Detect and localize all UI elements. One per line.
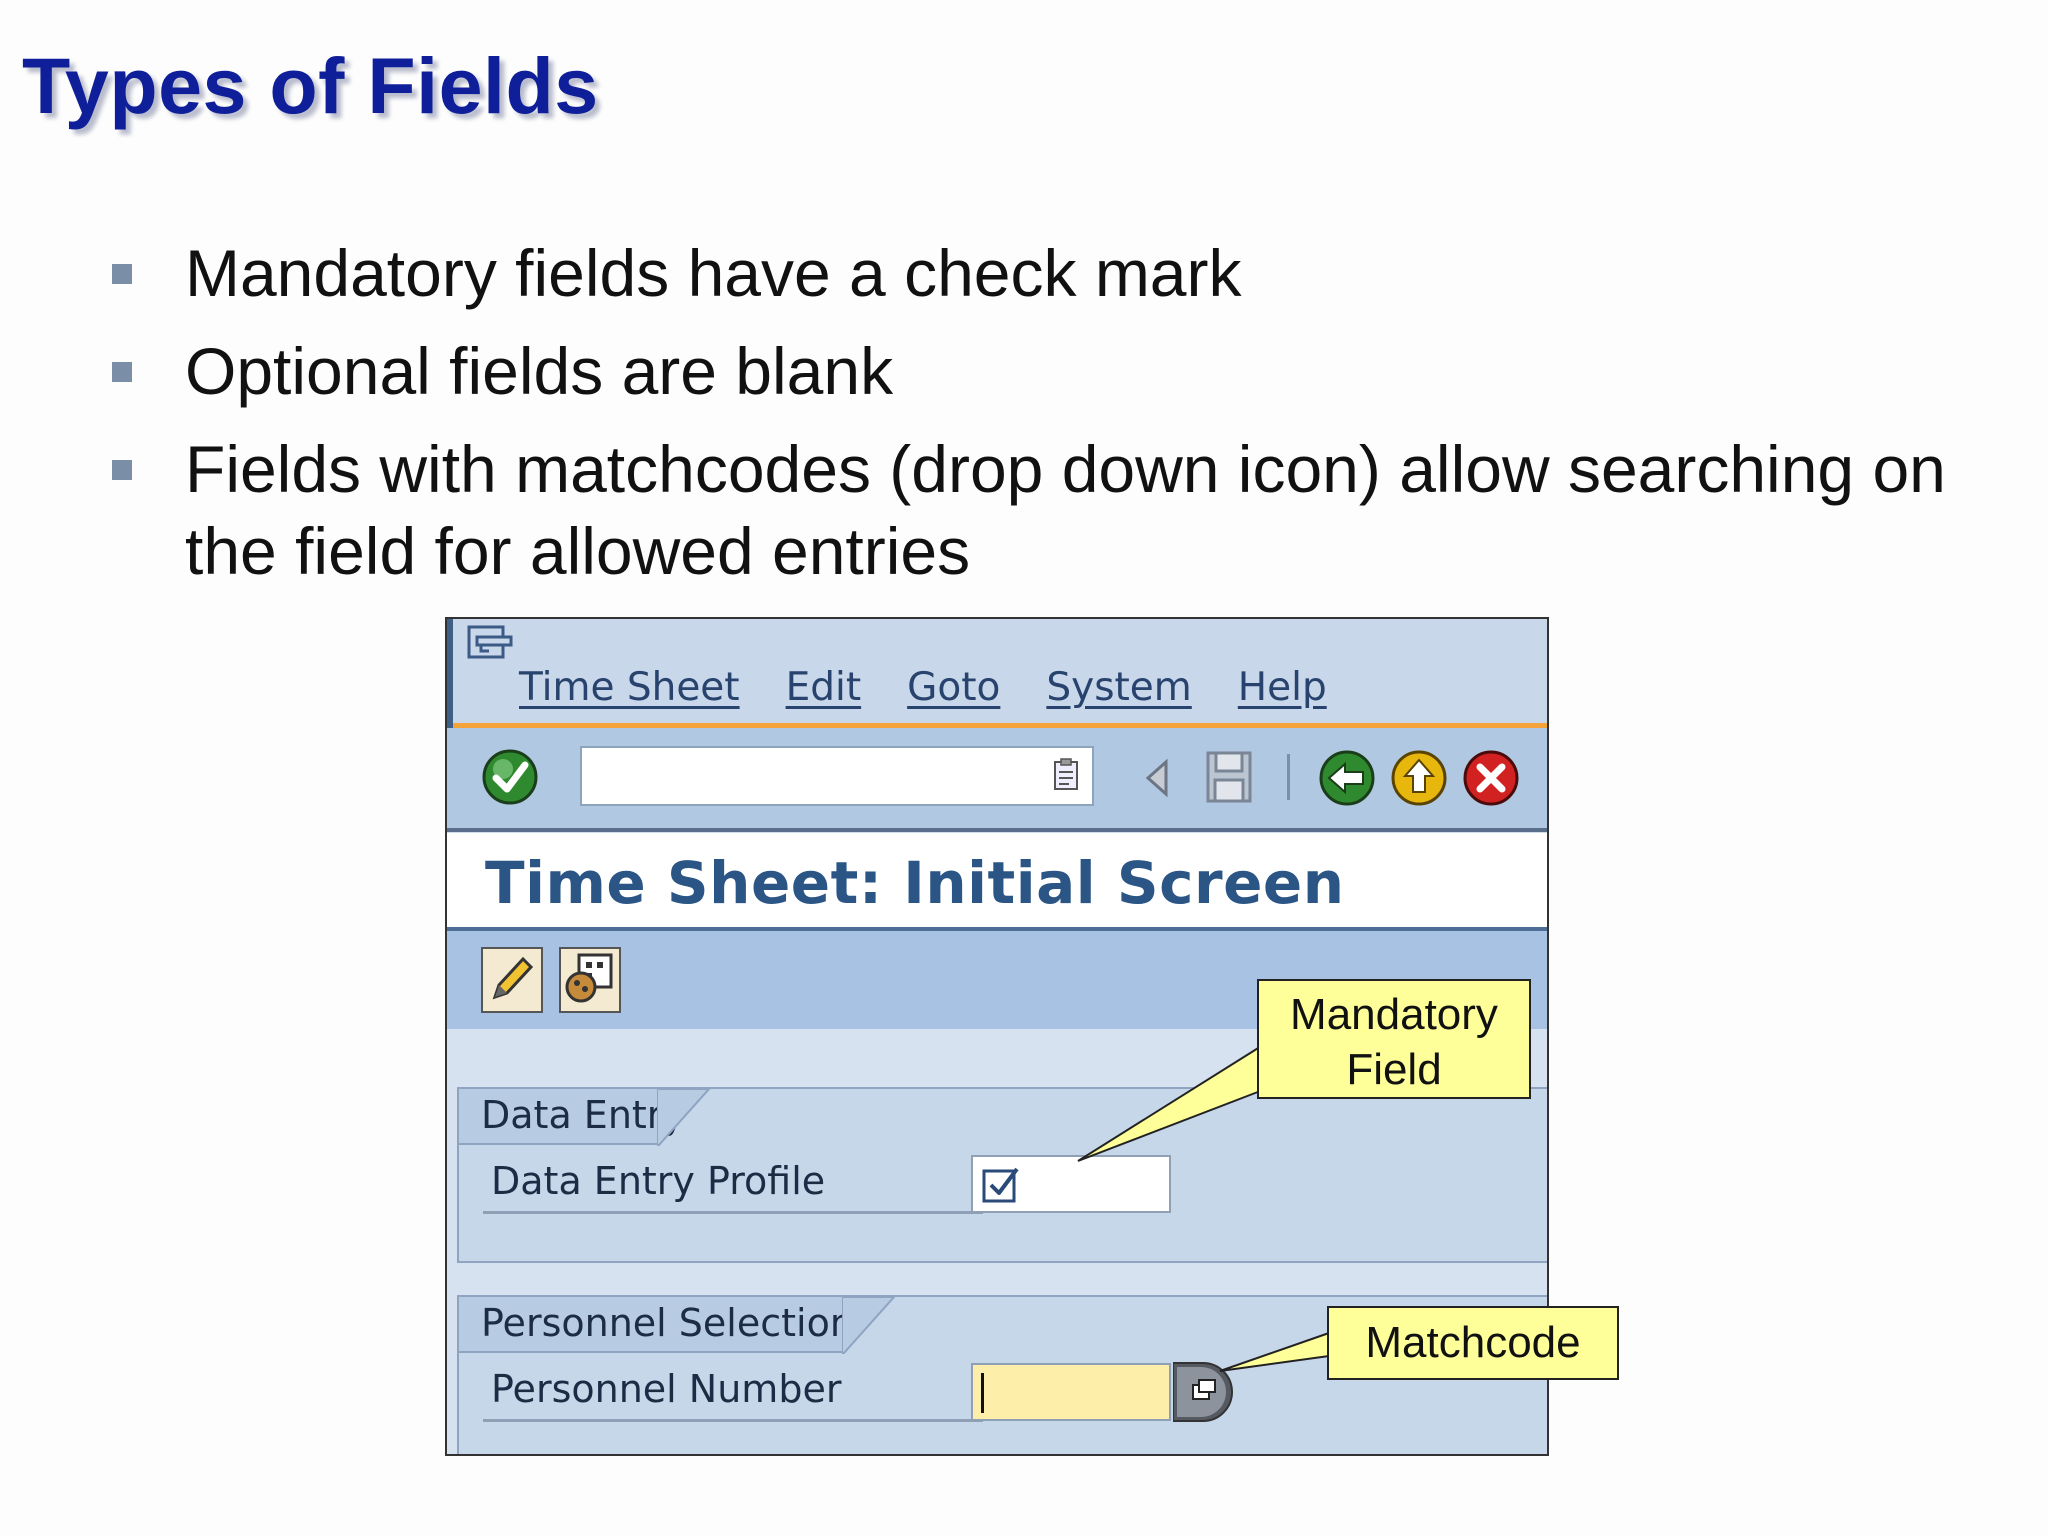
mandatory-field-callout: Mandatory Field [1257,979,1531,1099]
mandatory-callout-pointer [1077,1043,1264,1162]
callout-pointers [1077,1043,1330,1372]
matchcode-callout-pointer [1219,1331,1330,1372]
matchcode-callout: Matchcode [1327,1306,1619,1380]
